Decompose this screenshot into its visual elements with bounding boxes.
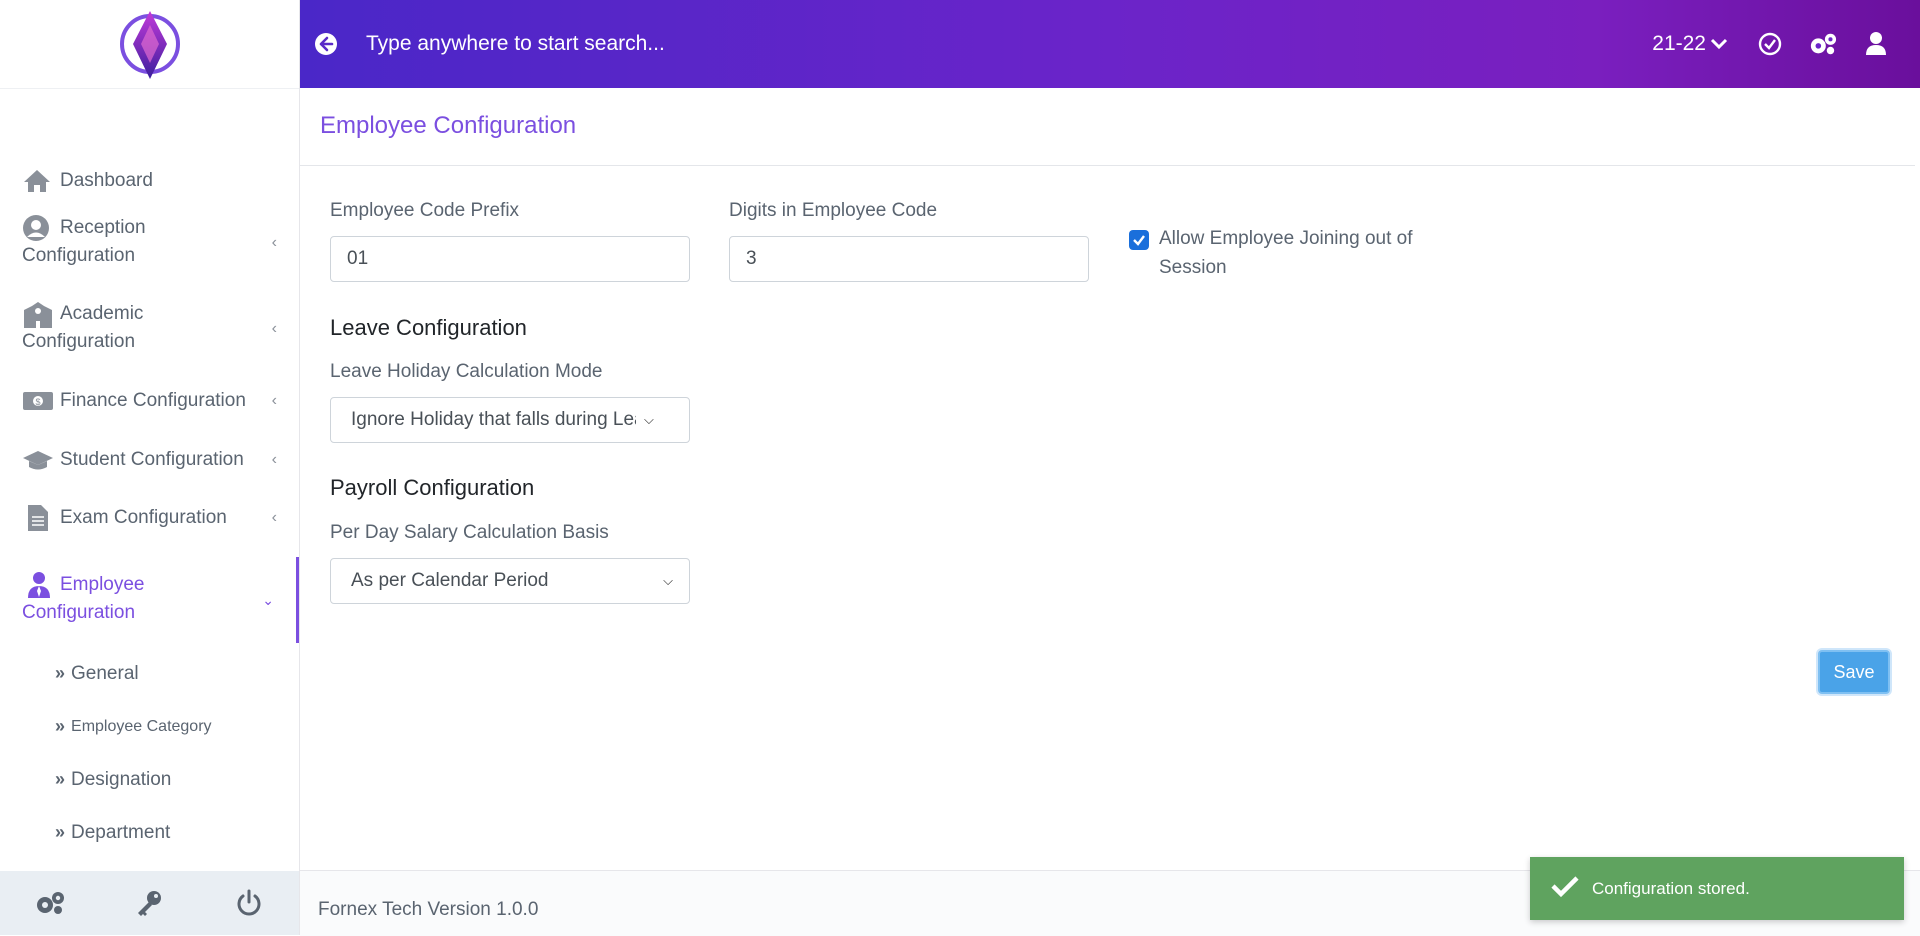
leave-section-heading: Leave Configuration	[330, 315, 527, 340]
sidebar: Dashboard Reception Configuration ‹ Acad…	[0, 0, 300, 935]
chevron-left-icon: ‹	[271, 392, 277, 409]
version-text: Fornex Tech Version 1.0.0	[318, 899, 539, 920]
sidebar-item-dashboard[interactable]: Dashboard	[0, 152, 299, 210]
sidebar-subitem-employee-category[interactable]: » Employee Category	[0, 700, 299, 753]
settings-gears-icon[interactable]	[30, 883, 70, 923]
main-content: Employee Configuration Employee Code Pre…	[300, 88, 1920, 870]
sidebar-subitem-label: Department	[71, 821, 171, 843]
home-icon	[22, 167, 54, 195]
input-value: 3	[746, 248, 757, 269]
sidebar-item-exam[interactable]: Exam Configuration ‹	[0, 503, 299, 533]
employee-code-prefix-input[interactable]: 01	[330, 236, 690, 282]
sidebar-nav: Dashboard Reception Configuration ‹ Acad…	[0, 152, 299, 859]
svg-text:$: $	[35, 397, 40, 407]
search-input[interactable]: Type anywhere to start search...	[366, 32, 665, 56]
sidebar-item-reception[interactable]: Reception Configuration ‹	[0, 214, 299, 272]
leave-mode-select[interactable]: Ignore Holiday that falls during Leave ⌵	[330, 397, 690, 443]
sidebar-item-label: Exam Configuration	[60, 507, 227, 528]
check-icon	[1133, 235, 1145, 246]
user-circle-icon	[22, 214, 54, 242]
sidebar-subitem-label: Designation	[71, 768, 172, 790]
employee-icon	[22, 571, 54, 599]
key-icon[interactable]	[129, 883, 169, 923]
digits-in-code-label: Digits in Employee Code	[729, 200, 938, 221]
sidebar-item-finance[interactable]: $ Finance Configuration ‹	[0, 386, 299, 416]
chevron-down-icon: ⌵	[644, 412, 654, 427]
allow-joining-label: Allow Employee Joining out of Session	[1159, 228, 1413, 278]
app-logo	[119, 11, 180, 79]
chevron-left-icon: ‹	[271, 509, 277, 526]
session-label: 21-22	[1652, 32, 1706, 55]
payroll-section-heading: Payroll Configuration	[330, 475, 535, 500]
checkmark-icon	[1550, 874, 1580, 903]
sidebar-item-label: Dashboard	[60, 170, 153, 191]
check-circle-icon[interactable]	[1756, 30, 1784, 58]
chevron-left-icon: ‹	[271, 234, 277, 251]
gears-icon[interactable]	[1809, 30, 1837, 58]
user-icon[interactable]	[1862, 30, 1890, 58]
chevron-left-icon: ‹	[271, 451, 277, 468]
leave-mode-label: Leave Holiday Calculation Mode	[330, 361, 603, 382]
double-chevron-icon: »	[55, 822, 66, 842]
sidebar-item-employee[interactable]: Employee Configuration ⌄	[0, 557, 299, 643]
chevron-down-icon: ⌄	[262, 592, 274, 608]
employee-code-prefix-label: Employee Code Prefix	[330, 200, 520, 221]
success-toast[interactable]: Configuration stored.	[1530, 857, 1904, 920]
salary-basis-select[interactable]: As per Calendar Period ⌵	[330, 558, 690, 604]
sidebar-item-label: Finance Configuration	[60, 390, 246, 411]
chevron-down-icon	[1710, 38, 1728, 50]
top-header: Type anywhere to start search... 21-22	[300, 0, 1920, 88]
power-icon[interactable]	[229, 883, 269, 923]
input-value: 01	[347, 248, 369, 269]
select-value: As per Calendar Period	[351, 570, 549, 591]
double-chevron-icon: »	[55, 716, 66, 736]
session-dropdown[interactable]: 21-22	[1652, 32, 1728, 56]
chevron-left-icon: ‹	[271, 320, 277, 337]
sidebar-subitem-general[interactable]: » General	[0, 647, 299, 700]
sidebar-subitem-department[interactable]: » Department	[0, 806, 299, 859]
sidebar-subitem-label: General	[71, 662, 139, 684]
sidebar-item-label: Student Configuration	[60, 449, 244, 470]
sidebar-item-student[interactable]: Student Configuration ‹	[0, 445, 299, 475]
salary-basis-label: Per Day Salary Calculation Basis	[330, 522, 609, 543]
chevron-down-icon: ⌵	[663, 573, 673, 588]
school-icon	[22, 300, 54, 328]
sidebar-item-academic[interactable]: Academic Configuration ‹	[0, 300, 299, 358]
graduation-cap-icon	[22, 446, 54, 474]
logo-area	[0, 0, 299, 89]
money-icon: $	[22, 387, 54, 415]
sidebar-subitem-designation[interactable]: » Designation	[0, 753, 299, 806]
save-button[interactable]: Save	[1818, 650, 1890, 694]
digits-in-code-input[interactable]: 3	[729, 236, 1089, 282]
divider	[300, 165, 1915, 166]
allow-joining-checkbox[interactable]	[1129, 230, 1149, 250]
sidebar-footer	[0, 871, 299, 935]
document-icon	[22, 504, 54, 532]
sidebar-subitem-label: Employee Category	[71, 717, 212, 735]
back-icon[interactable]	[314, 32, 338, 56]
double-chevron-icon: »	[55, 769, 66, 789]
select-value: Ignore Holiday that falls during Leave	[351, 409, 636, 430]
double-chevron-icon: »	[55, 663, 66, 683]
page-title: Employee Configuration	[320, 112, 577, 139]
header-actions: 21-22	[1652, 0, 1920, 88]
toast-message: Configuration stored.	[1592, 878, 1750, 898]
